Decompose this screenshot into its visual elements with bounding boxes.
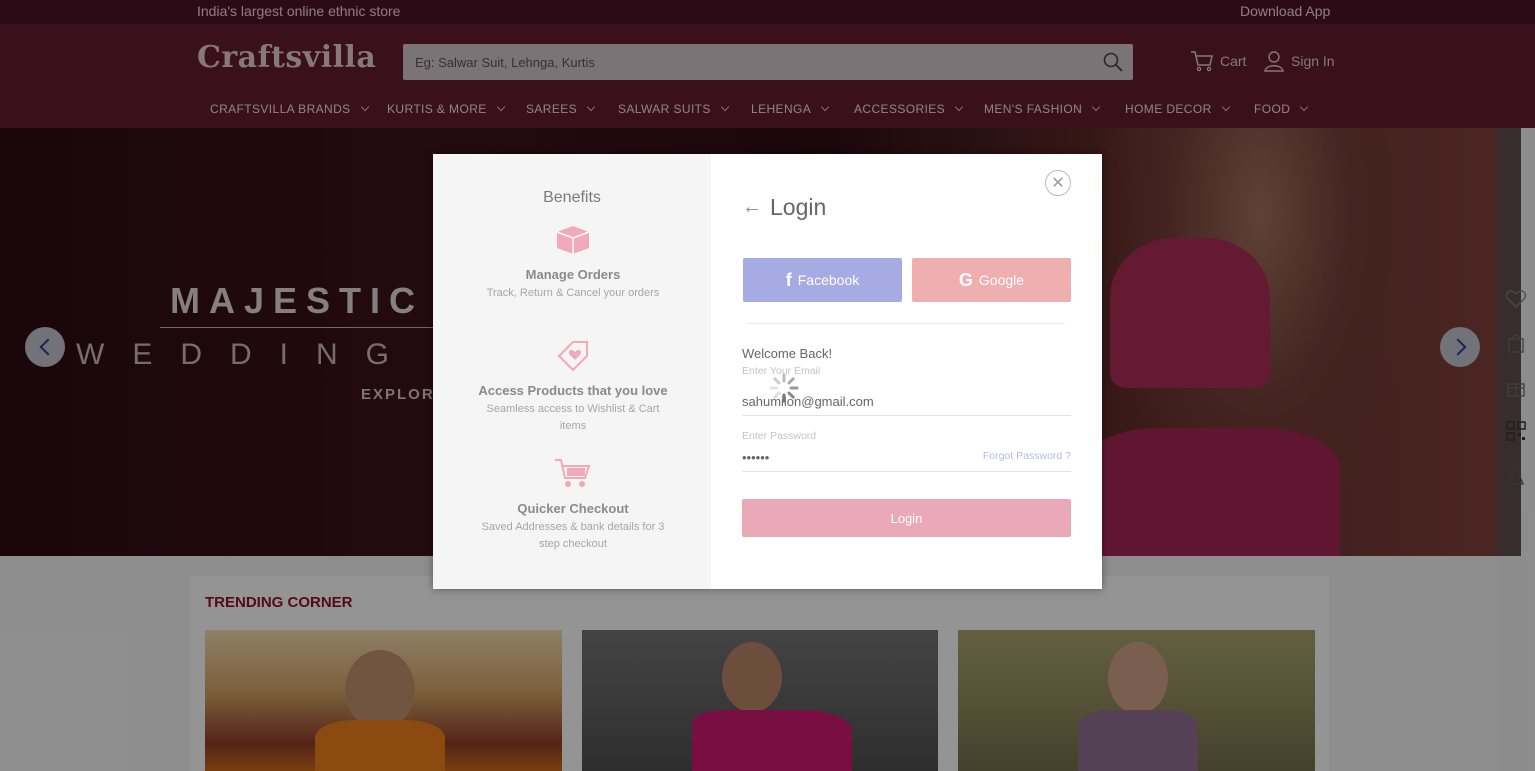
box-icon <box>556 226 590 254</box>
cart-icon <box>555 459 591 487</box>
welcome-text: Welcome Back! <box>742 346 833 361</box>
password-label: Enter Password <box>742 430 817 442</box>
google-login-button[interactable]: G Google <box>912 258 1071 302</box>
login-modal: Benefits Manage Orders Track, Return & C… <box>433 154 1102 589</box>
benefit-access-products: Access Products that you love Seamless a… <box>473 338 673 435</box>
forgot-password-link[interactable]: Forgot Password ? <box>983 450 1071 462</box>
facebook-icon: f <box>785 269 792 290</box>
benefit-description: Seamless access to Wishlist & Cart items <box>486 403 660 432</box>
benefit-description: Track, Return & Cancel your orders <box>486 287 660 299</box>
benefit-quicker-checkout: Quicker Checkout Saved Addresses & bank … <box>473 456 673 553</box>
loading-spinner-icon <box>769 373 799 403</box>
google-icon: G <box>958 269 973 290</box>
benefit-heading: Quicker Checkout <box>517 501 629 516</box>
benefits-title: Benefits <box>543 189 601 206</box>
benefits-panel: Benefits Manage Orders Track, Return & C… <box>433 154 711 589</box>
benefit-description: Saved Addresses & bank details for 3 ste… <box>481 521 665 550</box>
facebook-login-button[interactable]: f Facebook <box>743 258 902 302</box>
heart-tag-icon <box>557 341 588 372</box>
login-header: ← Login <box>742 194 826 221</box>
back-arrow-icon[interactable]: ← <box>742 196 762 219</box>
login-submit-button[interactable]: Login <box>742 499 1071 537</box>
benefit-heading: Manage Orders <box>525 267 621 282</box>
benefit-heading: Access Products that you love <box>478 383 668 398</box>
divider <box>747 323 1065 324</box>
google-label: Google <box>978 272 1025 288</box>
benefit-manage-orders: Manage Orders Track, Return & Cancel you… <box>473 222 673 302</box>
login-title: Login <box>770 194 827 220</box>
facebook-label: Facebook <box>797 272 860 288</box>
